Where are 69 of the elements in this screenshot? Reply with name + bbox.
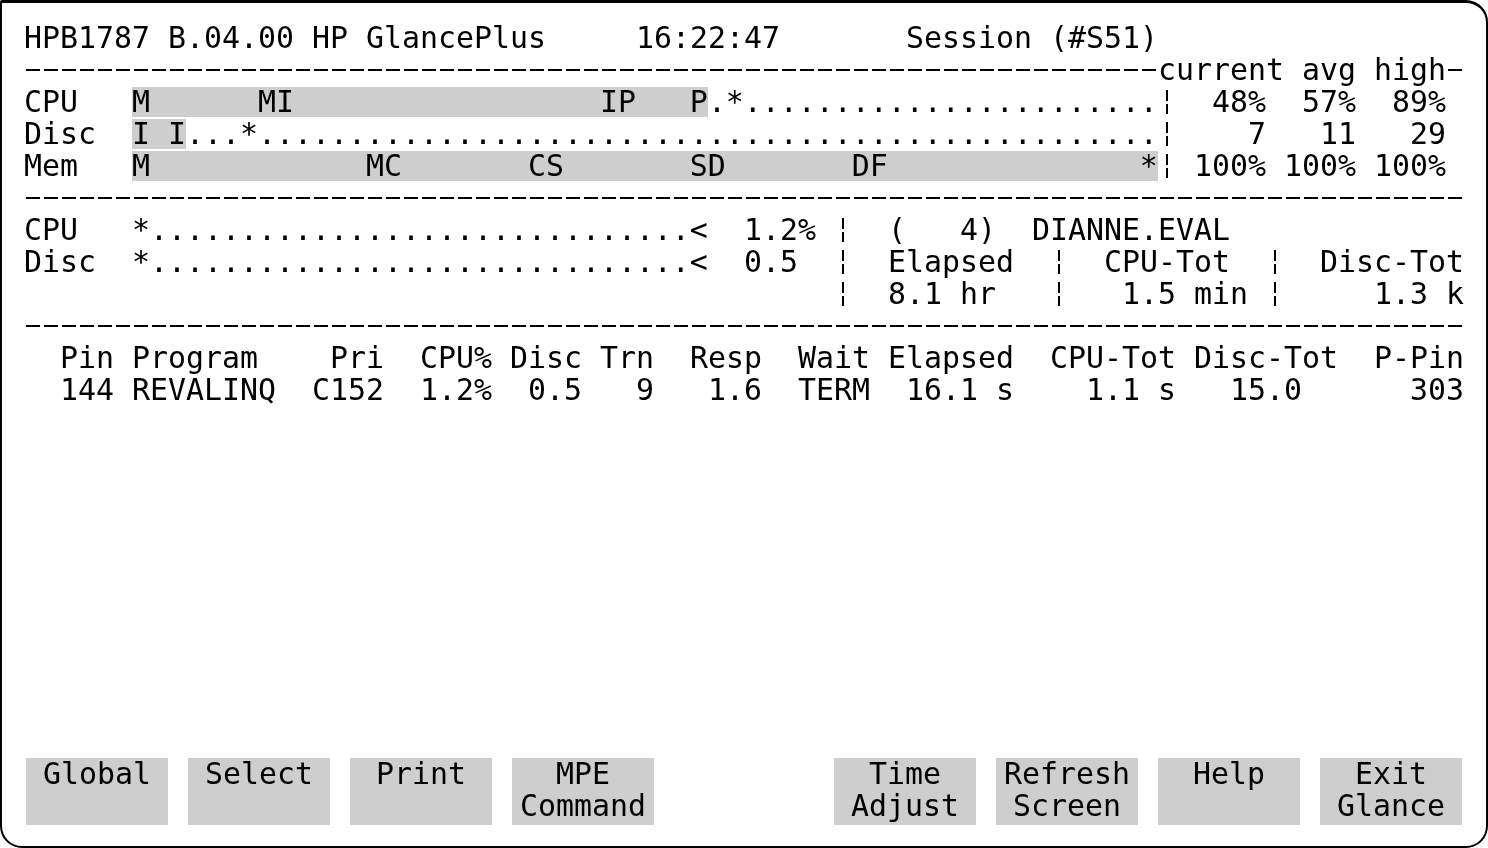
- dotted-leader-text: *..............................<: [132, 214, 708, 246]
- dotted-leader-text: *..............................<: [132, 246, 708, 278]
- process-value: 1.2%: [744, 214, 816, 246]
- usage-value: 7: [1248, 118, 1266, 150]
- table-cell: TERM: [798, 374, 870, 406]
- metric-label: CPU: [24, 214, 78, 246]
- usage-bar: M MI IP P: [132, 87, 708, 117]
- column-header: Disc-Tot: [1194, 342, 1338, 374]
- usage-bar: I I: [132, 119, 186, 149]
- function-key[interactable]: MPE Command: [512, 758, 654, 825]
- function-key[interactable]: Print: [350, 758, 492, 825]
- process-number: ( 4): [888, 214, 996, 246]
- column-header: Disc: [510, 342, 582, 374]
- stat-label: Elapsed: [888, 246, 1014, 278]
- usage-bar: M MC CS SD DF *: [132, 151, 1158, 181]
- process-value: 0.5: [744, 246, 798, 278]
- table-cell: 144: [60, 374, 114, 406]
- dotted-leader-text: .*.......................: [707, 87, 1158, 117]
- column-header: Program: [132, 342, 258, 374]
- function-key[interactable]: Exit Glance: [1320, 758, 1462, 825]
- function-key[interactable]: Select: [188, 758, 330, 825]
- function-key[interactable]: Help: [1158, 758, 1300, 825]
- stat-value: 8.1 hr: [888, 278, 996, 310]
- column-header: avg: [1302, 54, 1356, 86]
- metric-label: CPU: [24, 86, 78, 118]
- usage-value: 48%: [1212, 86, 1266, 118]
- table-cell: 1.6: [708, 374, 762, 406]
- usage-value: 100%: [1374, 150, 1446, 182]
- table-cell: REVALINQ: [132, 374, 276, 406]
- metric-label: Disc: [24, 118, 96, 150]
- clock-time: 16:22:47: [636, 22, 780, 54]
- stat-label: Disc-Tot: [1320, 246, 1464, 278]
- table-cell: 303: [1410, 374, 1464, 406]
- table-cell: 9: [636, 374, 654, 406]
- table-cell: C152: [312, 374, 384, 406]
- process-name: DIANNE.EVAL: [1032, 214, 1230, 246]
- column-header: Pri: [330, 342, 384, 374]
- column-header: P-Pin: [1374, 342, 1464, 374]
- usage-value: 57%: [1302, 86, 1356, 118]
- column-header: current: [1158, 54, 1284, 86]
- system-title: HPB1787 B.04.00 HP GlancePlus: [24, 22, 546, 54]
- stat-label: CPU-Tot: [1104, 246, 1230, 278]
- table-cell: 16.1 s: [906, 374, 1014, 406]
- column-header: Trn: [600, 342, 654, 374]
- table-cell: 0.5: [528, 374, 582, 406]
- table-cell: 15.0: [1230, 374, 1302, 406]
- column-header: Elapsed: [888, 342, 1014, 374]
- session-title: Session (#S51): [906, 22, 1158, 54]
- function-key[interactable]: Global: [26, 758, 168, 825]
- column-header: Resp: [690, 342, 762, 374]
- metric-label: Disc: [24, 246, 96, 278]
- usage-value: 100%: [1284, 150, 1356, 182]
- metric-label: Mem: [24, 150, 78, 182]
- column-header: CPU%: [420, 342, 492, 374]
- usage-value: 11: [1320, 118, 1356, 150]
- table-cell: 1.2%: [420, 374, 492, 406]
- column-header: Wait: [798, 342, 870, 374]
- stat-value: 1.3 k: [1374, 278, 1464, 310]
- usage-value: 29: [1410, 118, 1446, 150]
- usage-value: 100%: [1194, 150, 1266, 182]
- function-key[interactable]: Time Adjust: [834, 758, 976, 825]
- function-key[interactable]: Refresh Screen: [996, 758, 1138, 825]
- column-header: high: [1374, 54, 1446, 86]
- column-header: CPU-Tot: [1050, 342, 1176, 374]
- stat-value: 1.5 min: [1122, 278, 1248, 310]
- table-cell: 1.1 s: [1086, 374, 1176, 406]
- usage-value: 89%: [1392, 86, 1446, 118]
- column-header: Pin: [60, 342, 114, 374]
- dotted-leader-text: ...*..................................................: [186, 119, 1158, 149]
